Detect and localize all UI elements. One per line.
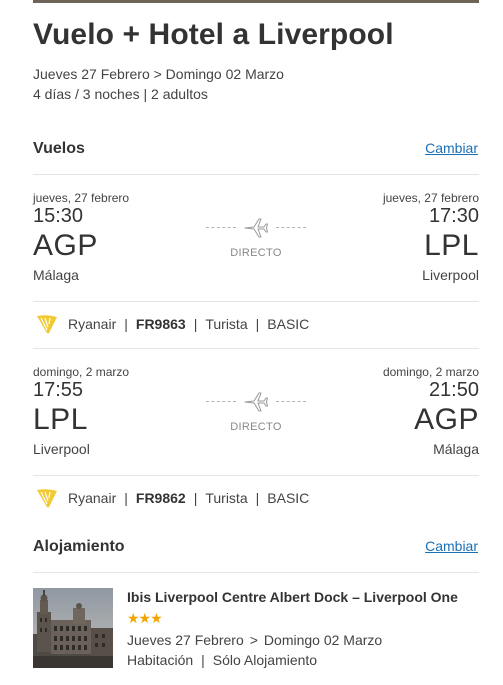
separator: |	[201, 652, 205, 668]
fare-type: BASIC	[267, 316, 310, 332]
divider	[33, 348, 479, 349]
route-indicator: DIRECTO	[206, 217, 306, 259]
flight-number: FR9862	[135, 490, 186, 506]
change-flights-link[interactable]: Cambiar	[425, 140, 478, 156]
ryanair-harp-logo	[37, 315, 57, 334]
flight-number: FR9863	[135, 316, 186, 332]
departure-airport-code: LPL	[33, 403, 88, 436]
airline-name: Ryanair	[68, 490, 117, 506]
divider	[33, 475, 479, 476]
page-title: Vuelo + Hotel a Liverpool	[33, 18, 394, 51]
arrival-time: 17:30	[428, 205, 479, 227]
change-accommodation-link[interactable]: Cambiar	[425, 538, 478, 554]
route-dash	[206, 401, 236, 402]
arrival-time: 21:50	[428, 379, 479, 401]
departure-time: 17:55	[33, 379, 84, 401]
route-dash	[206, 227, 236, 228]
departure-city: Liverpool	[33, 441, 90, 457]
route-dash	[276, 227, 306, 228]
date-separator: >	[249, 632, 258, 648]
return-flight: domingo, 2 marzo 17:55 LPL Liverpool DIR…	[33, 365, 479, 475]
direct-label: DIRECTO	[230, 247, 282, 259]
divider	[33, 301, 479, 302]
arrival-city: Málaga	[433, 441, 479, 457]
check-out-date: Domingo 02 Marzo	[263, 632, 383, 648]
direct-label: DIRECTO	[230, 421, 282, 433]
check-in-date: Jueves 27 Febrero	[127, 632, 244, 648]
hotel-name[interactable]: Ibis Liverpool Centre Albert Dock – Live…	[127, 589, 458, 605]
flights-section-title: Vuelos	[33, 140, 85, 157]
airplane-icon	[244, 392, 268, 412]
arrival-airport-code: LPL	[424, 229, 479, 262]
departure-date: domingo, 2 marzo	[33, 365, 130, 379]
trip-summary: 4 días / 3 noches | 2 adultos	[33, 86, 208, 102]
separator: |	[193, 316, 198, 332]
hotel-room-info: Habitación | Sólo Alojamiento	[127, 652, 317, 668]
accommodation-section-title: Alojamiento	[33, 538, 125, 555]
airplane-icon	[244, 218, 268, 238]
departure-time: 15:30	[33, 205, 84, 227]
return-airline-row: Ryanair | FR9862 | Turista | BASIC	[33, 487, 479, 511]
separator: |	[124, 316, 128, 332]
hotel-stay-dates: Jueves 27 Febrero > Domingo 02 Marzo	[127, 632, 382, 648]
airline-name: Ryanair	[68, 316, 117, 332]
ryanair-harp-logo	[37, 489, 57, 508]
departure-date: jueves, 27 febrero	[33, 191, 130, 205]
arrival-date: domingo, 2 marzo	[382, 365, 479, 379]
board-type: Sólo Alojamiento	[212, 652, 318, 668]
hotel-photo[interactable]	[33, 588, 113, 668]
outbound-flight: jueves, 27 febrero 15:30 AGP Málaga DIRE…	[33, 191, 479, 301]
departure-airport-code: AGP	[33, 229, 98, 262]
arrival-airport-code: AGP	[414, 403, 479, 436]
airline-info: Ryanair | FR9862 | Turista | BASIC	[68, 490, 309, 506]
divider	[33, 572, 479, 573]
route-dash	[276, 401, 306, 402]
outbound-airline-row: Ryanair | FR9863 | Turista | BASIC	[33, 313, 479, 337]
fare-type: BASIC	[267, 490, 310, 506]
separator: |	[255, 490, 260, 506]
hotel-building-image	[33, 588, 113, 668]
airline-info: Ryanair | FR9863 | Turista | BASIC	[68, 316, 309, 332]
separator: |	[255, 316, 260, 332]
trip-dates: Jueves 27 Febrero > Domingo 02 Marzo	[33, 66, 284, 82]
arrival-city: Liverpool	[422, 267, 479, 283]
hotel-star-rating: ★★★	[127, 610, 163, 626]
divider	[33, 174, 479, 175]
header-image-strip	[33, 0, 479, 3]
arrival-date: jueves, 27 febrero	[382, 191, 479, 205]
room-type: Habitación	[127, 652, 194, 668]
cabin-class: Turista	[205, 490, 248, 506]
separator: |	[124, 490, 128, 506]
route-indicator: DIRECTO	[206, 391, 306, 433]
separator: |	[193, 490, 198, 506]
departure-city: Málaga	[33, 267, 79, 283]
cabin-class: Turista	[205, 316, 248, 332]
